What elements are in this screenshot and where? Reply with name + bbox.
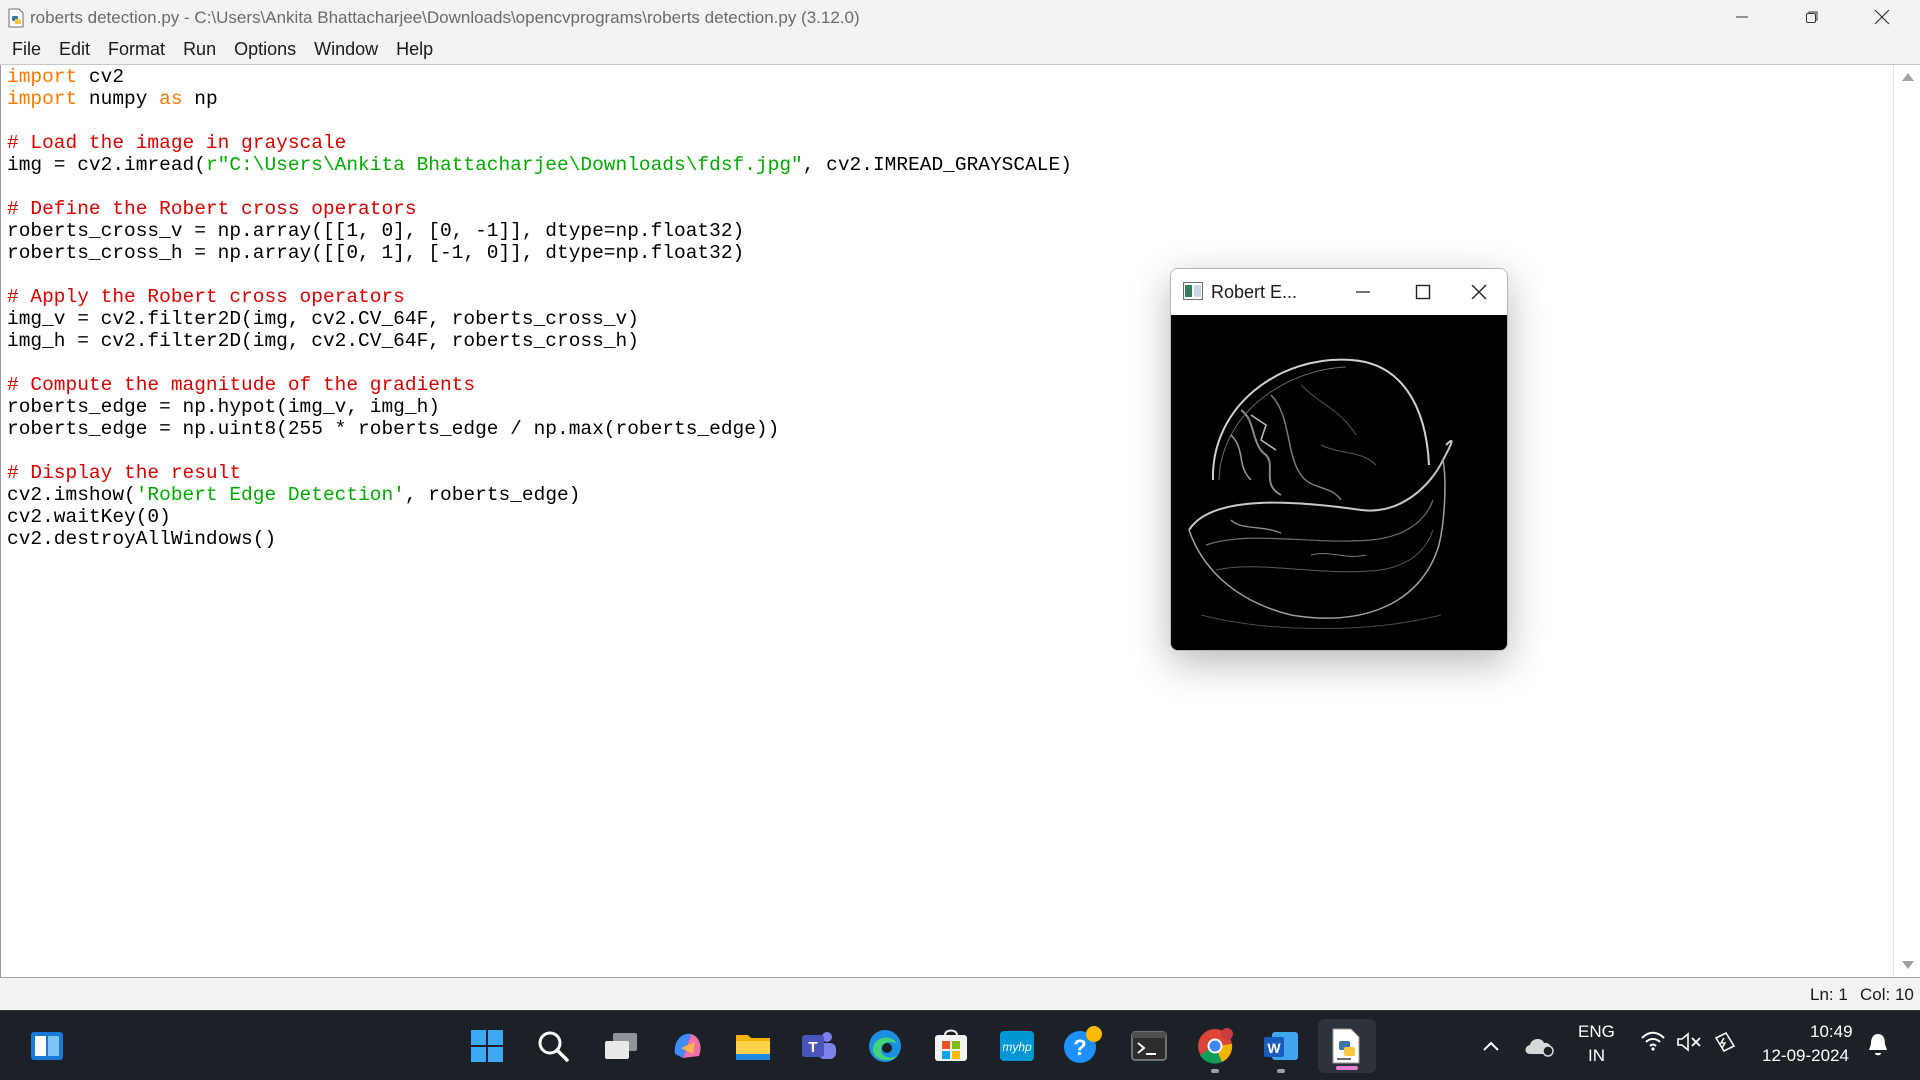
input-language[interactable]: ENG [1578,1022,1615,1042]
code-line[interactable]: import numpy as np [7,88,218,110]
svg-text:T: T [808,1039,817,1056]
minimize-icon [1356,291,1370,293]
window-title: roberts detection.py - C:\Users\Ankita B… [30,8,860,27]
close-icon [1471,284,1487,300]
python-idle-icon[interactable] [1324,1023,1370,1069]
myhp-icon[interactable]: myhp [994,1023,1040,1069]
cv-window-title: Robert E... [1211,282,1298,302]
clock-time[interactable]: 10:49 [1810,1022,1853,1042]
menu-format[interactable]: Format [99,39,174,60]
clock-date[interactable]: 12-09-2024 [1762,1046,1849,1066]
code-line[interactable]: cv2.destroyAllWindows() [7,528,276,550]
code-line[interactable]: # Display the result [7,462,241,484]
widgets-icon[interactable] [24,1023,70,1069]
teams-icon[interactable]: T [796,1023,842,1069]
cv-title-bar[interactable]: Robert E... [1171,269,1507,315]
code-line[interactable]: roberts_edge = np.hypot(img_v, img_h) [7,396,440,418]
menu-file[interactable]: File [3,39,50,60]
code-line[interactable]: img_h = cv2.filter2D(img, cv2.CV_64F, ro… [7,330,639,352]
scroll-up-icon[interactable] [1902,73,1914,81]
chrome-running-indicator [1211,1069,1219,1073]
code-line[interactable]: # Load the image in grayscale [7,132,346,154]
app-window-icon [1183,282,1203,300]
code-line[interactable]: cv2.imshow('Robert Edge Detection', robe… [7,484,580,506]
get-help-icon[interactable]: ? [1060,1023,1106,1069]
code-line[interactable]: # Compute the magnitude of the gradients [7,374,475,396]
code-line[interactable]: roberts_edge = np.uint8(255 * roberts_ed… [7,418,779,440]
notification-bell-icon[interactable] [1866,1032,1890,1063]
menu-run[interactable]: Run [174,39,225,60]
status-bar: Ln: 1 Col: 10 [0,977,1920,1010]
code-line[interactable]: roberts_cross_h = np.array([[0, 1], [-1,… [7,242,744,264]
svg-text:?: ? [1073,1035,1086,1060]
svg-text:W: W [1267,1040,1281,1056]
edge-browser-icon[interactable] [862,1023,908,1069]
python-file-icon [6,8,26,28]
taskbar: T myhp ? W [0,1010,1920,1080]
speaker-muted-icon[interactable] [1676,1032,1702,1057]
restore-button[interactable] [1782,0,1842,34]
maximize-icon [1415,284,1431,300]
task-view-icon[interactable] [598,1023,644,1069]
code-line[interactable]: img_v = cv2.filter2D(img, cv2.CV_64F, ro… [7,308,639,330]
battery-charging-icon[interactable] [1712,1030,1738,1059]
chrome-icon[interactable] [1192,1023,1238,1069]
menu-window[interactable]: Window [305,39,387,60]
code-line[interactable]: # Define the Robert cross operators [7,198,417,220]
restore-icon [1806,11,1818,23]
cv-close-button[interactable] [1449,269,1507,315]
terminal-icon[interactable] [1126,1023,1172,1069]
start-icon[interactable] [464,1023,510,1069]
code-line[interactable]: roberts_cross_v = np.array([[1, 0], [0, … [7,220,744,242]
opencv-image-window[interactable]: Robert E... [1170,268,1508,651]
cv-minimize-button[interactable] [1333,269,1393,315]
svg-text:myhp: myhp [1002,1040,1032,1054]
copilot-icon[interactable] [664,1023,710,1069]
onedrive-cloud-icon[interactable] [1516,1023,1562,1069]
line-number: Ln: 1 [1810,985,1848,1004]
code-editor[interactable]: import cv2 import numpy as np # Load the… [0,65,1893,977]
menu-bar: File Edit Format Run Options Window Help [0,34,1920,64]
microsoft-store-icon[interactable] [928,1023,974,1069]
close-button[interactable] [1852,0,1912,34]
word-running-indicator [1277,1069,1285,1073]
code-line[interactable]: # Apply the Robert cross operators [7,286,405,308]
show-hidden-icons-chevron-icon[interactable] [1468,1023,1514,1069]
menu-edit[interactable]: Edit [50,39,99,60]
wifi-icon[interactable] [1640,1030,1666,1057]
menu-help[interactable]: Help [387,39,442,60]
idle-active-indicator [1336,1066,1358,1070]
word-icon[interactable]: W [1258,1023,1304,1069]
scroll-down-icon[interactable] [1902,961,1914,969]
minimize-button[interactable] [1712,0,1772,34]
search-icon[interactable] [530,1023,576,1069]
file-explorer-icon[interactable] [730,1023,776,1069]
cv-maximize-button[interactable] [1393,269,1453,315]
code-line[interactable]: import cv2 [7,66,124,88]
edge-detection-image [1171,315,1507,650]
input-region[interactable]: IN [1588,1046,1605,1066]
vertical-scrollbar[interactable] [1893,65,1920,977]
title-bar: roberts detection.py - C:\Users\Ankita B… [0,0,1920,34]
menu-options[interactable]: Options [225,39,305,60]
minimize-icon [1736,16,1748,18]
code-line[interactable]: cv2.waitKey(0) [7,506,171,528]
code-line[interactable]: img = cv2.imread(r"C:\Users\Ankita Bhatt… [7,154,1072,176]
column-number: Col: 10 [1860,985,1914,1004]
close-icon [1874,9,1890,25]
